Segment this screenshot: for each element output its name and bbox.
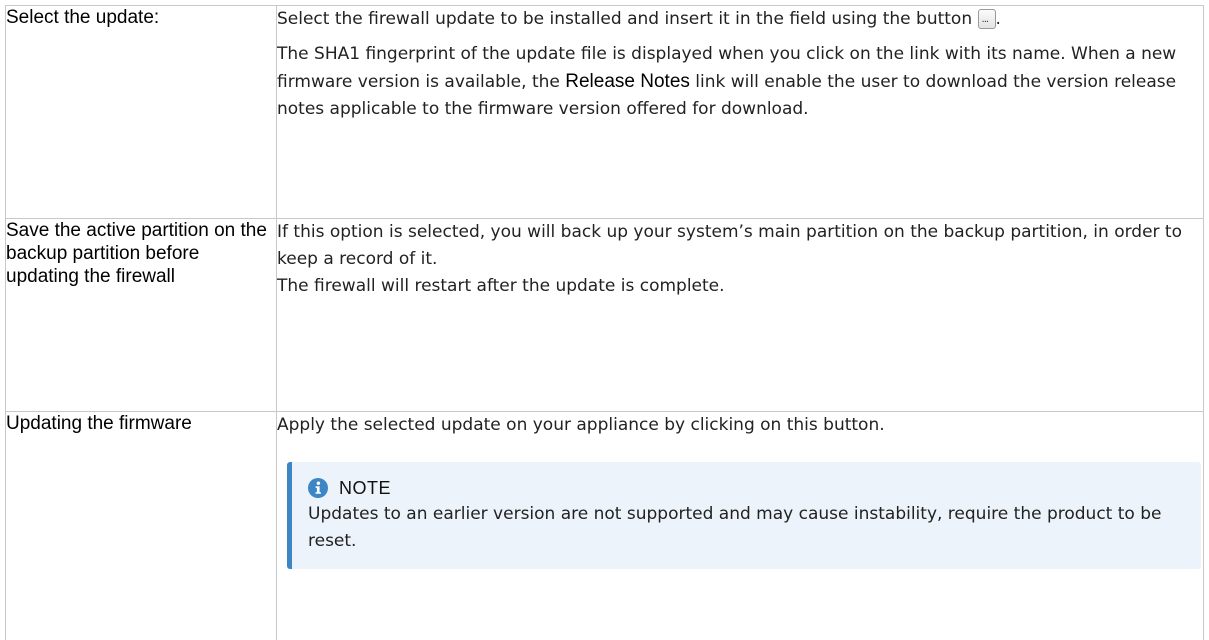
row-term: Save the active partition on the backup … (5, 218, 277, 412)
description-text: Select the firewall update to be install… (277, 9, 973, 29)
note-title: NOTE (339, 478, 392, 498)
row-description: Apply the selected update on your applia… (276, 411, 1204, 640)
table-row: Select the update: Select the firewall u… (5, 5, 1204, 219)
release-notes-term: Release Notes (565, 71, 690, 92)
row-term: Updating the firmware (5, 411, 277, 640)
row-description: Select the firewall update to be install… (276, 5, 1204, 219)
browse-button[interactable]: ... (977, 9, 996, 29)
info-circle-icon (308, 478, 328, 498)
note-header: NOTE (308, 477, 1185, 499)
note-text: Updates to an earlier version are not su… (308, 504, 1162, 551)
description-line: If this option is selected, you will bac… (277, 222, 1183, 269)
table-row: Save the active partition on the backup … (5, 218, 1204, 412)
parameter-table: Select the update: Select the firewall u… (5, 5, 1204, 640)
term-label: Updating the firmware (6, 413, 192, 434)
row-term: Select the update: (5, 5, 277, 219)
note-box: NOTE Updates to an earlier version are n… (287, 462, 1201, 569)
description-line: Apply the selected update on your applia… (277, 415, 885, 435)
description-paragraph: The SHA1 fingerprint of the update file … (277, 41, 1203, 123)
table-row: Updating the firmware Apply the selected… (5, 411, 1204, 640)
term-label: Select the update: (6, 7, 160, 28)
description-paragraph: Select the firewall update to be install… (277, 6, 1203, 33)
description-line: The firewall will restart after the upda… (277, 276, 725, 296)
browse-button-label: ... (981, 14, 989, 25)
term-label: Save the active partition on the backup … (6, 220, 267, 287)
row-description: If this option is selected, you will bac… (276, 218, 1204, 412)
description-text-end: . (995, 9, 1001, 29)
